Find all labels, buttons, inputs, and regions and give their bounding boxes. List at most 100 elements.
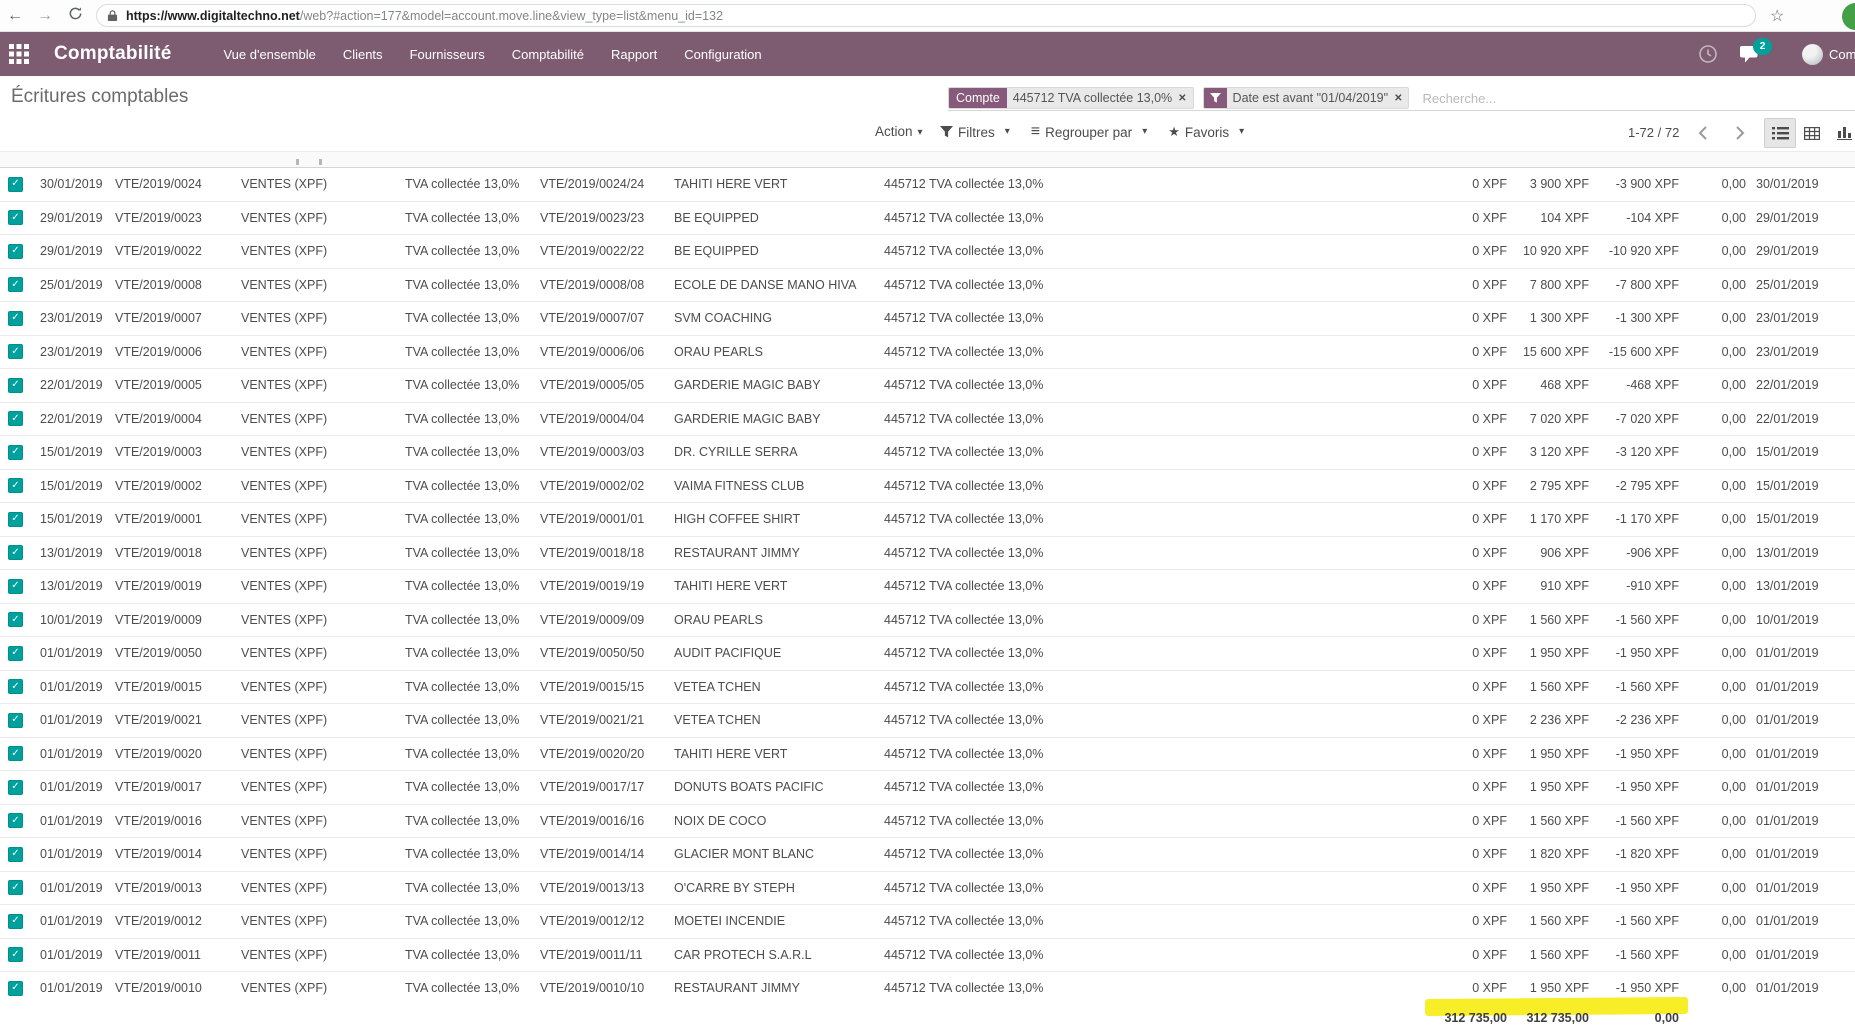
address-bar[interactable]: https://www.digitaltechno.net/web?#actio… bbox=[96, 4, 1756, 27]
cell-reference: VTE/2019/0008/08 bbox=[536, 269, 670, 302]
view-graph-button[interactable] bbox=[1828, 118, 1855, 148]
cell-debit: 0 XPF bbox=[1412, 671, 1512, 704]
row-checkbox[interactable] bbox=[8, 478, 23, 493]
table-row[interactable]: 13/01/2019 VTE/2019/0018 VENTES (XPF) TV… bbox=[0, 537, 1855, 571]
table-row[interactable]: 29/01/2019 VTE/2019/0022 VENTES (XPF) TV… bbox=[0, 235, 1855, 269]
row-checkbox[interactable] bbox=[8, 679, 23, 694]
menu-item-report[interactable]: Rapport bbox=[611, 47, 657, 62]
filters-button[interactable]: Filtres bbox=[940, 125, 1010, 140]
table-row[interactable]: 01/01/2019 VTE/2019/0020 VENTES (XPF) TV… bbox=[0, 738, 1855, 772]
apps-grid-icon[interactable] bbox=[9, 44, 29, 64]
cell-credit: 1 560 XPF bbox=[1512, 604, 1594, 637]
table-row[interactable]: 23/01/2019 VTE/2019/0006 VENTES (XPF) TV… bbox=[0, 336, 1855, 370]
menu-item-suppliers[interactable]: Fournisseurs bbox=[410, 47, 485, 62]
row-checkbox[interactable] bbox=[8, 311, 23, 326]
browser-forward-icon[interactable]: → bbox=[30, 7, 60, 25]
cell-move-number: VTE/2019/0003 bbox=[112, 436, 236, 469]
row-checkbox[interactable] bbox=[8, 512, 23, 527]
table-row[interactable]: 22/01/2019 VTE/2019/0004 VENTES (XPF) TV… bbox=[0, 403, 1855, 437]
pager-previous-icon[interactable] bbox=[1693, 122, 1715, 144]
cell-reference: VTE/2019/0023/23 bbox=[536, 202, 670, 235]
table-row[interactable]: 15/01/2019 VTE/2019/0001 VENTES (XPF) TV… bbox=[0, 503, 1855, 537]
row-checkbox[interactable] bbox=[8, 646, 23, 661]
table-row[interactable]: 10/01/2019 VTE/2019/0009 VENTES (XPF) TV… bbox=[0, 604, 1855, 638]
browser-profile-avatar[interactable] bbox=[1842, 3, 1855, 30]
menu-item-configuration[interactable]: Configuration bbox=[684, 47, 761, 62]
group-by-button[interactable]: ≡ Regrouper par bbox=[1031, 125, 1147, 140]
cell-credit: 7 020 XPF bbox=[1512, 403, 1594, 436]
cell-due-date: 23/01/2019 bbox=[1751, 302, 1827, 335]
cell-credit: 1 300 XPF bbox=[1512, 302, 1594, 335]
row-checkbox[interactable] bbox=[8, 981, 23, 996]
cell-due-date: 13/01/2019 bbox=[1751, 537, 1827, 570]
search-placeholder[interactable]: Recherche... bbox=[1422, 91, 1496, 106]
search-facet-date: Date est avant "01/04/2019" bbox=[1203, 87, 1410, 109]
cell-date: 01/01/2019 bbox=[36, 771, 112, 804]
cell-account: 445712 TVA collectée 13,0% bbox=[876, 503, 1412, 536]
row-checkbox[interactable] bbox=[8, 813, 23, 828]
menu-item-overview[interactable]: Vue d'ensemble bbox=[223, 47, 315, 62]
cell-due-date: 01/01/2019 bbox=[1751, 671, 1827, 704]
activities-clock-icon[interactable] bbox=[1698, 44, 1718, 64]
table-row[interactable]: 23/01/2019 VTE/2019/0007 VENTES (XPF) TV… bbox=[0, 302, 1855, 336]
table-row[interactable]: 01/01/2019 VTE/2019/0015 VENTES (XPF) TV… bbox=[0, 671, 1855, 705]
search-bar[interactable]: Compte 445712 TVA collectée 13,0% Date e… bbox=[948, 86, 1855, 111]
row-checkbox[interactable] bbox=[8, 210, 23, 225]
action-dropdown[interactable]: Action bbox=[875, 124, 923, 139]
row-checkbox[interactable] bbox=[8, 847, 23, 862]
table-row[interactable]: 01/01/2019 VTE/2019/0013 VENTES (XPF) TV… bbox=[0, 872, 1855, 906]
table-row[interactable]: 01/01/2019 VTE/2019/0050 VENTES (XPF) TV… bbox=[0, 637, 1855, 671]
view-pivot-button[interactable] bbox=[1796, 118, 1828, 148]
row-checkbox[interactable] bbox=[8, 780, 23, 795]
table-row[interactable]: 01/01/2019 VTE/2019/0017 VENTES (XPF) TV… bbox=[0, 771, 1855, 805]
pager-next-icon[interactable] bbox=[1728, 122, 1750, 144]
row-checkbox[interactable] bbox=[8, 947, 23, 962]
row-checkbox[interactable] bbox=[8, 612, 23, 627]
filter-funnel-icon bbox=[1204, 88, 1227, 108]
row-checkbox[interactable] bbox=[8, 378, 23, 393]
table-row[interactable]: 25/01/2019 VTE/2019/0008 VENTES (XPF) TV… bbox=[0, 269, 1855, 303]
row-checkbox[interactable] bbox=[8, 445, 23, 460]
table-row[interactable]: 01/01/2019 VTE/2019/0011 VENTES (XPF) TV… bbox=[0, 939, 1855, 973]
table-row[interactable]: 15/01/2019 VTE/2019/0003 VENTES (XPF) TV… bbox=[0, 436, 1855, 470]
row-checkbox[interactable] bbox=[8, 344, 23, 359]
move-lines-table: 30/01/2019 VTE/2019/0024 VENTES (XPF) TV… bbox=[0, 168, 1855, 1006]
view-list-button[interactable] bbox=[1764, 118, 1796, 148]
table-row[interactable]: 30/01/2019 VTE/2019/0024 VENTES (XPF) TV… bbox=[0, 168, 1855, 202]
row-checkbox[interactable] bbox=[8, 914, 23, 929]
menu-item-clients[interactable]: Clients bbox=[343, 47, 383, 62]
row-checkbox[interactable] bbox=[8, 713, 23, 728]
row-checkbox[interactable] bbox=[8, 244, 23, 259]
cell-date: 13/01/2019 bbox=[36, 570, 112, 603]
cell-balance: -104 XPF bbox=[1594, 202, 1684, 235]
app-brand[interactable]: Comptabilité bbox=[54, 43, 171, 65]
cell-journal: VENTES (XPF) bbox=[236, 905, 400, 938]
messages-button[interactable]: 2 bbox=[1740, 45, 1762, 64]
table-row[interactable]: 01/01/2019 VTE/2019/0012 VENTES (XPF) TV… bbox=[0, 905, 1855, 939]
cell-account: 445712 TVA collectée 13,0% bbox=[876, 905, 1412, 938]
row-checkbox[interactable] bbox=[8, 277, 23, 292]
table-row[interactable]: 01/01/2019 VTE/2019/0014 VENTES (XPF) TV… bbox=[0, 838, 1855, 872]
row-checkbox[interactable] bbox=[8, 177, 23, 192]
row-checkbox[interactable] bbox=[8, 746, 23, 761]
bookmark-star-icon[interactable]: ☆ bbox=[1770, 6, 1784, 26]
facet-remove-icon[interactable] bbox=[1394, 88, 1408, 108]
table-row[interactable]: 29/01/2019 VTE/2019/0023 VENTES (XPF) TV… bbox=[0, 202, 1855, 236]
facet-remove-icon[interactable] bbox=[1178, 88, 1192, 108]
table-row[interactable]: 13/01/2019 VTE/2019/0019 VENTES (XPF) TV… bbox=[0, 570, 1855, 604]
row-checkbox[interactable] bbox=[8, 545, 23, 560]
user-avatar[interactable] bbox=[1802, 44, 1823, 65]
browser-reload-icon[interactable] bbox=[60, 6, 90, 26]
favorites-button[interactable]: ★ Favoris bbox=[1168, 124, 1244, 140]
browser-back-icon[interactable]: ← bbox=[0, 7, 30, 25]
row-checkbox[interactable] bbox=[8, 880, 23, 895]
row-checkbox[interactable] bbox=[8, 579, 23, 594]
menu-item-accounting[interactable]: Comptabilité bbox=[512, 47, 584, 62]
row-checkbox[interactable] bbox=[8, 411, 23, 426]
table-row[interactable]: 15/01/2019 VTE/2019/0002 VENTES (XPF) TV… bbox=[0, 470, 1855, 504]
table-row[interactable]: 01/01/2019 VTE/2019/0021 VENTES (XPF) TV… bbox=[0, 704, 1855, 738]
facet-value: Date est avant "01/04/2019" bbox=[1227, 88, 1395, 108]
table-row[interactable]: 22/01/2019 VTE/2019/0005 VENTES (XPF) TV… bbox=[0, 369, 1855, 403]
user-name[interactable]: Com bbox=[1829, 47, 1855, 62]
table-row[interactable]: 01/01/2019 VTE/2019/0016 VENTES (XPF) TV… bbox=[0, 805, 1855, 839]
